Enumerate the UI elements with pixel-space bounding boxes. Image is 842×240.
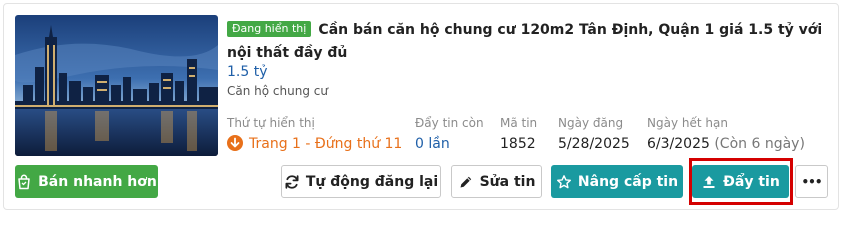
post-date-stat: Ngày đăng 5/28/2025 [558,116,630,154]
expiry-stat: Ngày hết hạn 6/3/2025 (Còn 6 ngày) [647,116,805,154]
listing-id-value: 1852 [500,136,536,152]
city-skyline-image [15,15,218,156]
listing-price: 1.5 tỷ [227,64,268,80]
star-icon [556,174,571,188]
push-button-highlight-frame [689,158,793,205]
edit-listing-label: Sửa tin [479,173,536,190]
upgrade-listing-button[interactable]: Nâng cấp tin [551,165,683,198]
push-remaining-label: Đẩy tin còn [415,116,484,130]
shopping-bag-icon [18,174,30,189]
display-order-label: Thứ tự hiển thị [227,116,315,130]
expiry-remaining: (Còn 6 ngày) [714,136,805,152]
post-date-label: Ngày đăng [558,116,624,130]
listing-thumbnail[interactable] [15,15,218,156]
post-date-value: 5/28/2025 [558,136,630,152]
display-order-value: Trang 1 - Đứng thứ 11 [227,134,402,154]
more-options-button[interactable]: ••• [795,165,828,198]
expiry-value-row: 6/3/2025 (Còn 6 ngày) [647,134,805,154]
auto-repost-button[interactable]: Tự động đăng lại [281,165,441,198]
refresh-icon [285,174,299,189]
pencil-icon [460,176,471,187]
sell-faster-label: Bán nhanh hơn [38,173,157,190]
listing-title[interactable]: Cần bán căn hộ chung cư 120m2 Tân Định, … [227,22,822,61]
listing-category: Căn hộ chung cư [227,84,328,98]
auto-repost-label: Tự động đăng lại [305,173,439,190]
push-remaining-stat: Đẩy tin còn 0 lần [415,116,484,154]
more-options-icon: ••• [801,174,822,189]
display-order-stat: Thứ tự hiển thị Trang 1 - Đứng thứ 11 [227,116,402,154]
listing-id-label: Mã tin [500,116,538,130]
sell-faster-button[interactable]: Bán nhanh hơn [15,165,158,198]
edit-listing-button[interactable]: Sửa tin [451,165,542,198]
listing-id-stat: Mã tin 1852 [500,116,537,154]
status-badge: Đang hiển thị [227,21,312,37]
arrow-down-circle-icon [227,135,243,151]
upgrade-listing-label: Nâng cấp tin [577,173,679,190]
display-order-text: Trang 1 - Đứng thứ 11 [249,136,403,152]
push-remaining-value: 0 lần [415,136,450,152]
expiry-date: 6/3/2025 [647,136,710,152]
expiry-label: Ngày hết hạn [647,116,728,130]
listing-title-row: Đang hiển thị Cần bán căn hộ chung cư 12… [227,18,827,64]
listing-card: Đang hiển thị Cần bán căn hộ chung cư 12… [3,3,839,210]
